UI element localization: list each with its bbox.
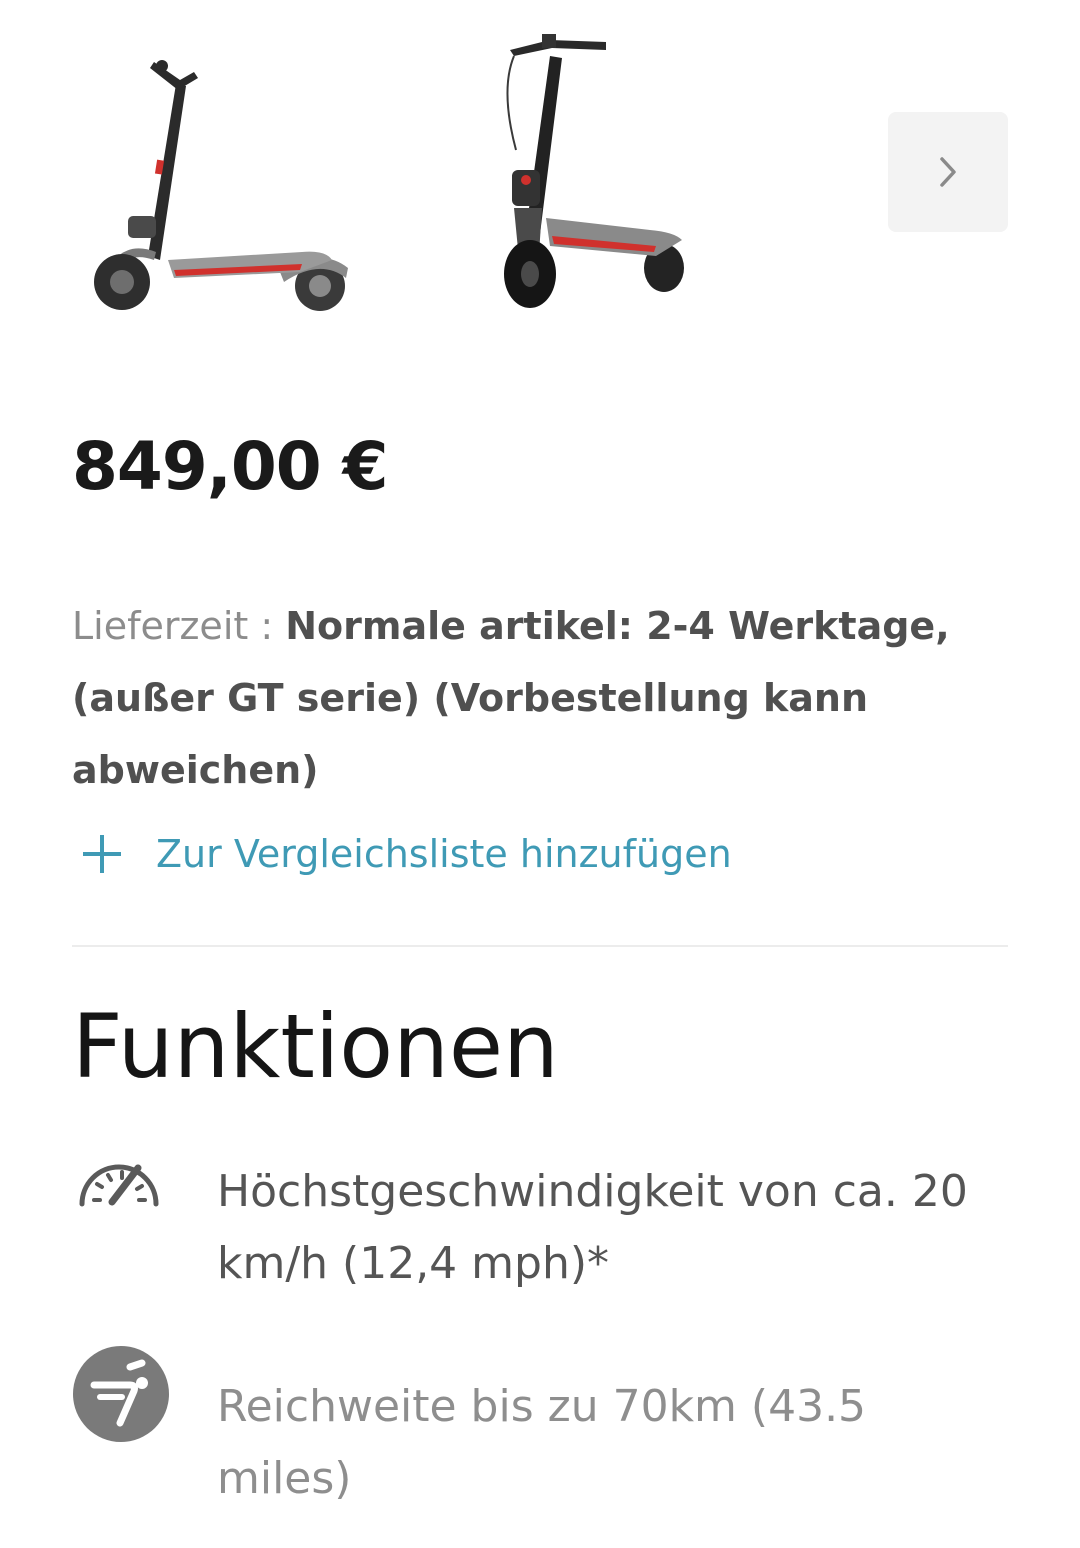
section-divider <box>72 945 1008 947</box>
product-price: 849,00 € <box>72 428 389 505</box>
scooter-front-image <box>504 34 684 308</box>
speedometer-icon <box>79 1164 159 1207</box>
gallery-thumbnail-front-view[interactable] <box>460 20 760 320</box>
delivery-time-label: Lieferzeit : <box>72 604 286 648</box>
gallery-thumbnail-side-view[interactable] <box>70 20 370 320</box>
delivery-time-info: Lieferzeit : Normale artikel: 2-4 Werkta… <box>72 590 972 806</box>
feature-text-top-speed: Höchstgeschwindigkeit von ca. 20 km/h (1… <box>217 1166 968 1289</box>
product-image-gallery <box>0 0 1080 340</box>
add-to-compare-label: Zur Vergleichsliste hinzufügen <box>156 832 732 876</box>
chevron-right-icon <box>940 157 956 187</box>
scooter-side-image <box>94 60 348 311</box>
plus-icon <box>83 835 121 873</box>
features-heading: Funktionen <box>72 995 559 1098</box>
add-to-compare-link[interactable]: Zur Vergleichsliste hinzufügen <box>80 832 732 876</box>
range-icon <box>73 1346 169 1442</box>
gallery-next-button[interactable] <box>888 112 1008 232</box>
feature-text-range: Reichweite bis zu 70km (43.5 miles) <box>217 1381 867 1504</box>
